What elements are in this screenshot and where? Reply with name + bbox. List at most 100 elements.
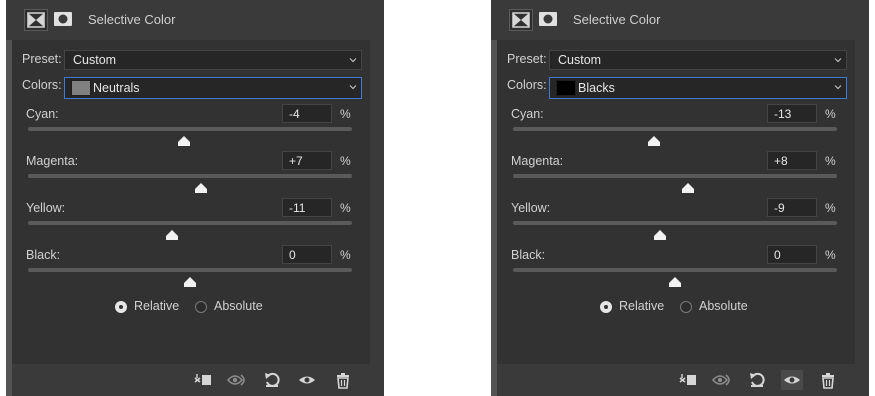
slider-thumb[interactable]	[165, 227, 179, 240]
percent-sign: %	[825, 248, 836, 262]
colors-dropdown[interactable]: Neutrals	[64, 77, 362, 99]
slider-value-input[interactable]: 0	[767, 245, 817, 264]
colors-dropdown[interactable]: Blacks	[549, 77, 847, 99]
slider-track[interactable]	[28, 174, 352, 178]
slider-thumb[interactable]	[194, 180, 208, 193]
clip-to-layer-icon[interactable]	[192, 370, 214, 390]
adjustment-icon[interactable]	[509, 9, 533, 31]
reset-icon[interactable]	[747, 370, 769, 390]
delete-icon[interactable]	[817, 370, 839, 390]
adjustment-icon[interactable]	[24, 9, 48, 31]
slider-thumb[interactable]	[177, 133, 191, 146]
visibility-icon[interactable]	[781, 370, 803, 390]
chevron-down-icon	[349, 58, 357, 63]
slider-track[interactable]	[28, 221, 352, 225]
preset-label: Preset:	[22, 52, 62, 66]
chevron-down-icon	[834, 85, 842, 90]
slider-value: -4	[289, 107, 300, 121]
percent-sign: %	[340, 248, 351, 262]
slider-track[interactable]	[513, 127, 837, 131]
panel-body: Preset: Custom Colors: Neutrals Cyan: -4% Mage…	[12, 40, 370, 364]
panel-header: Selective Color	[6, 0, 384, 40]
colors-value: Blacks	[578, 81, 615, 95]
slider-value-input[interactable]: -11	[282, 198, 332, 217]
panel-footer	[12, 364, 384, 396]
absolute-label: Absolute	[214, 299, 263, 313]
selective-color-panel: Selective Color Preset: Custom Colors: Black…	[491, 0, 869, 396]
preset-dropdown[interactable]: Custom	[549, 50, 847, 70]
percent-sign: %	[825, 201, 836, 215]
absolute-radio[interactable]	[195, 301, 207, 313]
panel-body: Preset: Custom Colors: Blacks Cyan: -13% Magen…	[497, 40, 855, 364]
slider-value-input[interactable]: 0	[282, 245, 332, 264]
percent-sign: %	[825, 107, 836, 121]
selective-color-panel: Selective Color Preset: Custom Colors: Neutr…	[6, 0, 384, 396]
visibility-icon[interactable]	[296, 370, 318, 390]
panel-title: Selective Color	[88, 12, 176, 27]
slider-value: 0	[774, 248, 781, 262]
slider-value: -9	[774, 201, 785, 215]
slider-label: Cyan:	[511, 107, 544, 121]
preset-dropdown[interactable]: Custom	[64, 50, 362, 70]
slider-label: Yellow:	[511, 201, 551, 215]
percent-sign: %	[340, 107, 351, 121]
slider-track[interactable]	[28, 268, 352, 272]
percent-sign: %	[340, 154, 351, 168]
slider-track[interactable]	[513, 174, 837, 178]
slider-thumb[interactable]	[183, 274, 197, 287]
relative-label: Relative	[619, 299, 665, 313]
relative-radio[interactable]	[115, 301, 127, 313]
slider-value-input[interactable]: +7	[282, 151, 332, 170]
slider-label: Black:	[26, 248, 61, 262]
slider-thumb[interactable]	[653, 227, 667, 240]
color-swatch	[71, 80, 91, 96]
slider-label: Yellow:	[26, 201, 66, 215]
reset-icon[interactable]	[262, 370, 284, 390]
colors-label: Colors:	[507, 78, 547, 92]
preset-value: Custom	[73, 53, 117, 67]
slider-track[interactable]	[513, 268, 837, 272]
layer-mask-icon[interactable]	[537, 9, 559, 29]
slider-label: Magenta:	[511, 154, 564, 168]
relative-radio[interactable]	[600, 301, 612, 313]
slider-label: Black:	[511, 248, 546, 262]
slider-label: Magenta:	[26, 154, 79, 168]
slider-value: -11	[289, 201, 306, 215]
percent-sign: %	[340, 201, 351, 215]
slider-track[interactable]	[28, 127, 352, 131]
view-previous-icon[interactable]	[711, 370, 733, 390]
color-swatch	[556, 80, 576, 96]
slider-value-input[interactable]: -13	[767, 104, 817, 123]
slider-value: 0	[289, 248, 296, 262]
slider-thumb[interactable]	[647, 133, 661, 146]
percent-sign: %	[825, 154, 836, 168]
delete-icon[interactable]	[332, 370, 354, 390]
scrollbar[interactable]	[370, 40, 384, 364]
slider-track[interactable]	[513, 221, 837, 225]
layer-mask-icon[interactable]	[52, 9, 74, 29]
colors-value: Neutrals	[93, 81, 140, 95]
chevron-down-icon	[834, 58, 842, 63]
slider-thumb[interactable]	[681, 180, 695, 193]
slider-value-input[interactable]: -9	[767, 198, 817, 217]
preset-value: Custom	[558, 53, 602, 67]
chevron-down-icon	[349, 85, 357, 90]
clip-to-layer-icon[interactable]	[677, 370, 699, 390]
panel-title: Selective Color	[573, 12, 661, 27]
slider-value-input[interactable]: -4	[282, 104, 332, 123]
slider-value: -13	[774, 107, 792, 121]
slider-thumb[interactable]	[668, 274, 682, 287]
view-previous-icon[interactable]	[226, 370, 248, 390]
scrollbar[interactable]	[855, 40, 869, 364]
absolute-label: Absolute	[699, 299, 748, 313]
slider-value: +8	[774, 154, 788, 168]
slider-value-input[interactable]: +8	[767, 151, 817, 170]
slider-label: Cyan:	[26, 107, 59, 121]
colors-label: Colors:	[22, 78, 62, 92]
slider-value: +7	[289, 154, 303, 168]
absolute-radio[interactable]	[680, 301, 692, 313]
panel-header: Selective Color	[491, 0, 869, 40]
panel-footer	[497, 364, 869, 396]
relative-label: Relative	[134, 299, 180, 313]
preset-label: Preset:	[507, 52, 547, 66]
